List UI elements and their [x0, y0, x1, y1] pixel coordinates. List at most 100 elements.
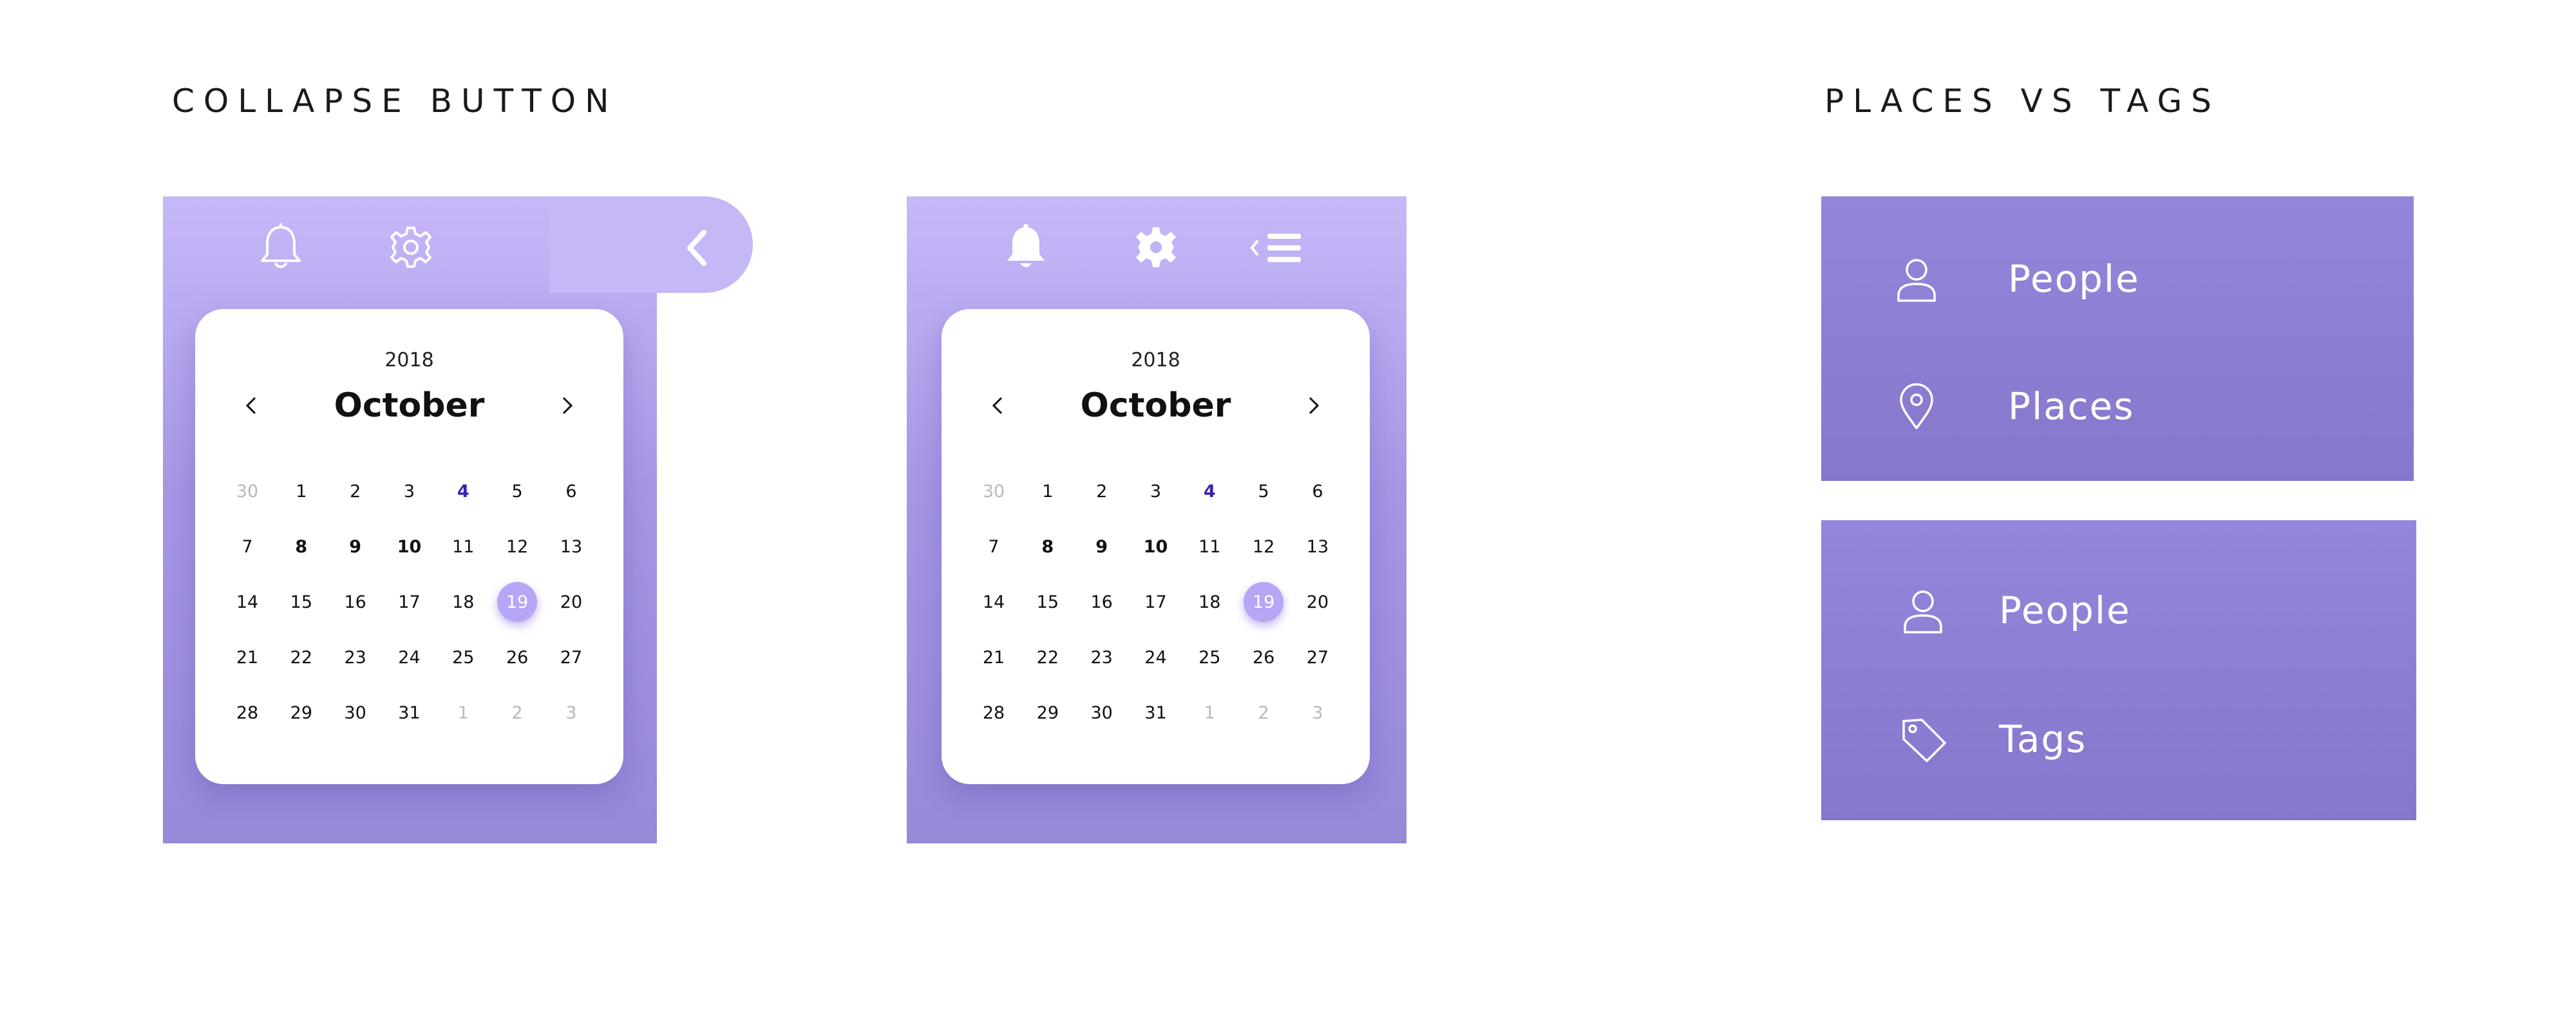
- calendar-day[interactable]: 3: [551, 693, 591, 733]
- calendar-day[interactable]: 11: [1189, 527, 1229, 567]
- calendar-day[interactable]: 13: [551, 527, 591, 567]
- calendar-day[interactable]: 17: [1135, 582, 1175, 622]
- calendar-day[interactable]: 5: [1244, 471, 1283, 511]
- calendar-year: 2018: [1131, 349, 1180, 371]
- calendar-day[interactable]: 21: [227, 637, 267, 677]
- calendar-day[interactable]: 29: [281, 693, 321, 733]
- next-month-icon[interactable]: [554, 393, 580, 418]
- calendar-day[interactable]: 7: [227, 527, 267, 567]
- calendar-day[interactable]: 1: [1189, 693, 1229, 733]
- calendar-day[interactable]: 30: [227, 471, 267, 511]
- calendar-day[interactable]: 12: [1244, 527, 1283, 567]
- menu-item-people[interactable]: People: [1821, 235, 2414, 312]
- calendar-day[interactable]: 23: [336, 637, 375, 677]
- menu-item-places[interactable]: Places: [1821, 362, 2414, 440]
- calendar-week-row: 30 1 2 3 4 5 6: [227, 464, 591, 519]
- calendar-day[interactable]: 16: [336, 582, 375, 622]
- calendar-day[interactable]: 20: [551, 582, 591, 622]
- calendar-day[interactable]: 22: [281, 637, 321, 677]
- person-icon: [1904, 590, 1942, 634]
- calendar-day[interactable]: 18: [443, 582, 483, 622]
- calendar-day[interactable]: 25: [1189, 637, 1229, 677]
- calendar-day[interactable]: 24: [1135, 637, 1175, 677]
- calendar-day-selected[interactable]: 19: [1244, 582, 1284, 622]
- calendar-day[interactable]: 14: [227, 582, 267, 622]
- collapse-tab[interactable]: [549, 196, 753, 293]
- prev-month-icon[interactable]: [985, 393, 1011, 418]
- calendar-day[interactable]: 27: [551, 637, 591, 677]
- calendar-day[interactable]: 15: [1028, 582, 1068, 622]
- calendar-day[interactable]: 6: [551, 471, 591, 511]
- calendar-day[interactable]: 17: [389, 582, 429, 622]
- calendar-day[interactable]: 21: [974, 637, 1014, 677]
- calendar-week-row: 21 22 23 24 25 26 27: [974, 630, 1338, 685]
- calendar-day[interactable]: 23: [1082, 637, 1122, 677]
- calendar-day[interactable]: 1: [443, 693, 483, 733]
- tags-menu-box: People Tags: [1821, 520, 2416, 820]
- calendar-day[interactable]: 12: [497, 527, 537, 567]
- bell-filled-icon[interactable]: [1003, 223, 1048, 271]
- menu-item-label: People: [2008, 257, 2140, 301]
- calendar-day[interactable]: 31: [389, 693, 429, 733]
- prev-month-icon[interactable]: [239, 393, 265, 418]
- calendar-day[interactable]: 3: [389, 471, 429, 511]
- calendar-day[interactable]: 29: [1028, 693, 1068, 733]
- calendar-day[interactable]: 8: [281, 527, 321, 567]
- calendar-day[interactable]: 25: [443, 637, 483, 677]
- calendar-day[interactable]: 4: [443, 471, 483, 511]
- person-icon: [1897, 259, 1936, 302]
- calendar-day[interactable]: 26: [497, 637, 537, 677]
- calendar-day[interactable]: 2: [497, 693, 537, 733]
- calendar-day[interactable]: 8: [1028, 527, 1068, 567]
- calendar-grid: 30 1 2 3 4 5 6 7 8 9 10 11 12 13 14 15 16 17 18 19 20 21 22 23 2…: [227, 464, 591, 740]
- calendar-day[interactable]: 26: [1244, 637, 1283, 677]
- calendar-day[interactable]: 31: [1135, 693, 1175, 733]
- calendar-day[interactable]: 15: [281, 582, 321, 622]
- calendar-day[interactable]: 3: [1135, 471, 1175, 511]
- calendar-day[interactable]: 16: [1082, 582, 1122, 622]
- calendar-day[interactable]: 10: [1135, 527, 1175, 567]
- calendar-day[interactable]: 5: [497, 471, 537, 511]
- calendar-day-selected[interactable]: 19: [497, 582, 538, 622]
- calendar-day[interactable]: 6: [1298, 471, 1338, 511]
- next-month-icon[interactable]: [1300, 393, 1326, 418]
- calendar-day[interactable]: 4: [1189, 471, 1229, 511]
- heading-collapse-button: COLLAPSE BUTTON: [172, 82, 618, 120]
- calendar-day[interactable]: 1: [1028, 471, 1068, 511]
- sidebar-panel-expanded: 2018 October 30 1 2 3 4 5 6 7 8 9 10 11 12 13 14 15 16 17…: [163, 196, 753, 843]
- calendar-week-row: 21 22 23 24 25 26 27: [227, 630, 591, 685]
- calendar-day[interactable]: 2: [1082, 471, 1122, 511]
- chevron-left-icon[interactable]: [682, 229, 710, 267]
- calendar-week-row: 28 29 30 31 1 2 3: [227, 685, 591, 740]
- calendar-day[interactable]: 27: [1298, 637, 1338, 677]
- calendar-week-row: 7 8 9 10 11 12 13: [974, 519, 1338, 574]
- gear-filled-icon[interactable]: [1133, 225, 1179, 270]
- places-menu-box: People Places: [1821, 196, 2414, 481]
- menu-item-people[interactable]: People: [1821, 567, 2416, 644]
- calendar-day[interactable]: 28: [227, 693, 267, 733]
- collapse-menu-icon[interactable]: [1248, 230, 1310, 266]
- calendar-day[interactable]: 10: [389, 527, 429, 567]
- calendar-day[interactable]: 3: [1298, 693, 1338, 733]
- calendar-day[interactable]: 20: [1298, 582, 1338, 622]
- calendar-day[interactable]: 18: [1189, 582, 1229, 622]
- calendar-day[interactable]: 28: [974, 693, 1014, 733]
- calendar-day[interactable]: 11: [443, 527, 483, 567]
- calendar-day[interactable]: 9: [1082, 527, 1122, 567]
- calendar-week-row: 14 15 16 17 18 19 20: [974, 574, 1338, 630]
- calendar-day[interactable]: 9: [336, 527, 375, 567]
- bell-outline-icon[interactable]: [258, 223, 303, 271]
- calendar-day[interactable]: 2: [1244, 693, 1283, 733]
- calendar-day[interactable]: 24: [389, 637, 429, 677]
- calendar-day[interactable]: 22: [1028, 637, 1068, 677]
- calendar-day[interactable]: 30: [1082, 693, 1122, 733]
- calendar-day[interactable]: 1: [281, 471, 321, 511]
- calendar-day[interactable]: 2: [336, 471, 375, 511]
- calendar-day[interactable]: 7: [974, 527, 1014, 567]
- menu-item-tags[interactable]: Tags: [1821, 695, 2416, 773]
- calendar-day[interactable]: 14: [974, 582, 1014, 622]
- calendar-day[interactable]: 13: [1298, 527, 1338, 567]
- calendar-day[interactable]: 30: [336, 693, 375, 733]
- calendar-day[interactable]: 30: [974, 471, 1014, 511]
- gear-outline-icon[interactable]: [388, 225, 433, 270]
